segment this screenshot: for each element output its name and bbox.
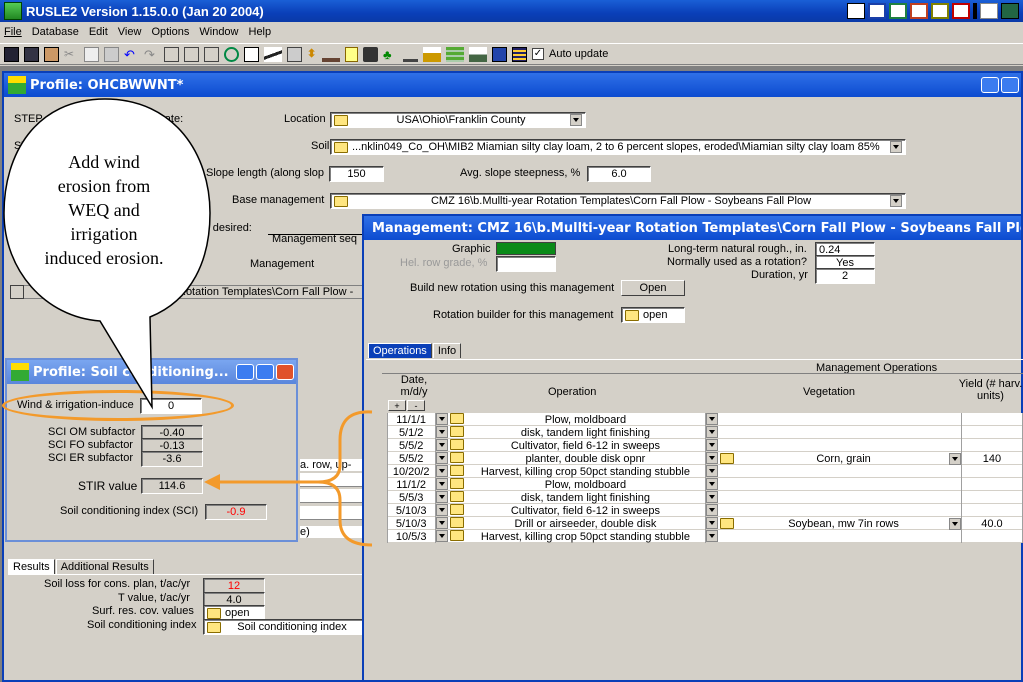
annotation-overlay <box>204 410 373 547</box>
arrow-head-icon <box>204 474 220 490</box>
